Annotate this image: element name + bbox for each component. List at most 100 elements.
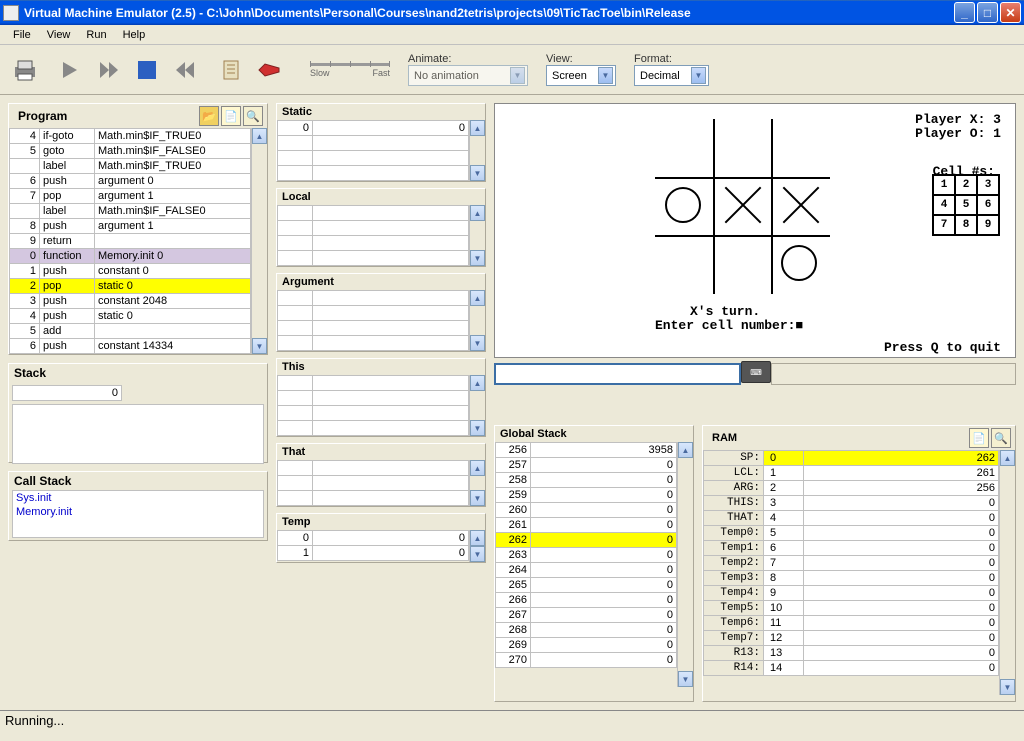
- callstack-row[interactable]: Sys.init: [13, 491, 263, 505]
- program-row[interactable]: 0functionMemory.init 0: [10, 249, 251, 264]
- toolbar: SlowFast Animate: No animation▼ View: Sc…: [0, 45, 1024, 95]
- ram-row[interactable]: LCL:1261: [704, 466, 999, 481]
- globalstack-row[interactable]: 2700: [496, 653, 677, 668]
- globalstack-row[interactable]: 2630: [496, 548, 677, 563]
- globalstack-row[interactable]: 2690: [496, 638, 677, 653]
- ram-row[interactable]: Temp6:110: [704, 616, 999, 631]
- scrollbar[interactable]: ▲▼: [999, 450, 1015, 695]
- stop-button[interactable]: [132, 55, 162, 85]
- local-table[interactable]: [277, 205, 469, 266]
- globalstack-row[interactable]: 2563958: [496, 443, 677, 458]
- scrollbar[interactable]: ▲▼: [251, 128, 267, 354]
- close-button[interactable]: ✕: [1000, 2, 1021, 23]
- window-title: Virtual Machine Emulator (2.5) - C:\John…: [24, 6, 954, 20]
- static-table[interactable]: 00: [277, 120, 469, 181]
- program-row[interactable]: 8pushargument 1: [10, 219, 251, 234]
- callstack-row[interactable]: Memory.init: [13, 505, 263, 519]
- menu-view[interactable]: View: [39, 27, 79, 43]
- script-button[interactable]: [216, 55, 246, 85]
- ram-row[interactable]: Temp0:50: [704, 526, 999, 541]
- callstack-panel: Call Stack Sys.init Memory.init: [8, 471, 268, 541]
- argument-table[interactable]: [277, 290, 469, 351]
- score-o: Player O: 1: [915, 126, 1001, 141]
- speed-slider[interactable]: SlowFast: [310, 61, 390, 78]
- globalstack-row[interactable]: 2620: [496, 533, 677, 548]
- scrollbar[interactable]: ▲▼: [469, 375, 485, 436]
- maximize-button[interactable]: □: [977, 2, 998, 23]
- chevron-down-icon: ▼: [598, 67, 613, 84]
- titlebar: Virtual Machine Emulator (2.5) - C:\John…: [0, 0, 1024, 25]
- globalstack-row[interactable]: 2670: [496, 608, 677, 623]
- menu-help[interactable]: Help: [115, 27, 154, 43]
- scrollbar[interactable]: ▲▼: [469, 205, 485, 266]
- globalstack-row[interactable]: 2610: [496, 518, 677, 533]
- ram-row[interactable]: Temp7:120: [704, 631, 999, 646]
- program-row[interactable]: 2popstatic 0: [10, 279, 251, 294]
- animate-dropdown[interactable]: No animation▼: [408, 65, 528, 86]
- ram-row[interactable]: Temp3:80: [704, 571, 999, 586]
- this-table[interactable]: [277, 375, 469, 436]
- program-row[interactable]: labelMath.min$IF_FALSE0: [10, 204, 251, 219]
- ram-table[interactable]: SP:0262LCL:1261ARG:2256THIS:30THAT:40Tem…: [703, 450, 999, 676]
- globalstack-row[interactable]: 2680: [496, 623, 677, 638]
- view-dropdown[interactable]: Screen▼: [546, 65, 616, 86]
- globalstack-row[interactable]: 2590: [496, 488, 677, 503]
- program-row[interactable]: 9return: [10, 234, 251, 249]
- globalstack-table[interactable]: 2563958257025802590260026102620263026402…: [495, 442, 677, 668]
- binoculars-icon[interactable]: 🔍: [991, 428, 1011, 448]
- program-row[interactable]: 7popargument 1: [10, 189, 251, 204]
- ram-row[interactable]: R13:130: [704, 646, 999, 661]
- scrollbar[interactable]: ▲▼: [469, 120, 485, 181]
- that-table[interactable]: [277, 460, 469, 506]
- program-row[interactable]: 6pushargument 0: [10, 174, 251, 189]
- scrollbar[interactable]: ▲▼: [469, 460, 485, 506]
- globalstack-row[interactable]: 2570: [496, 458, 677, 473]
- stack-title: Stack: [9, 364, 267, 382]
- program-row[interactable]: 3pushconstant 2048: [10, 294, 251, 309]
- globalstack-row[interactable]: 2640: [496, 563, 677, 578]
- quit-text: Press Q to quit: [884, 340, 1001, 355]
- new-file-icon[interactable]: 📄: [221, 106, 241, 126]
- program-row[interactable]: labelMath.min$IF_TRUE0: [10, 159, 251, 174]
- animate-label: Animate:: [408, 53, 528, 65]
- scrollbar[interactable]: ▲▼: [469, 530, 485, 562]
- run-button[interactable]: [94, 55, 124, 85]
- scrollbar[interactable]: ▲▼: [469, 290, 485, 351]
- ram-row[interactable]: Temp5:100: [704, 601, 999, 616]
- globalstack-row[interactable]: 2600: [496, 503, 677, 518]
- minimize-button[interactable]: _: [954, 2, 975, 23]
- binoculars-icon[interactable]: 🔍: [243, 106, 263, 126]
- temp-table[interactable]: 0010: [277, 530, 469, 561]
- program-row[interactable]: 1pushconstant 0: [10, 264, 251, 279]
- ram-row[interactable]: THIS:30: [704, 496, 999, 511]
- breakpoint-button[interactable]: [254, 55, 284, 85]
- print-button[interactable]: [10, 55, 40, 85]
- reset-button[interactable]: [170, 55, 200, 85]
- view-label: View:: [546, 53, 616, 65]
- globalstack-row[interactable]: 2580: [496, 473, 677, 488]
- menu-file[interactable]: File: [5, 27, 39, 43]
- program-row[interactable]: 5add: [10, 324, 251, 339]
- ram-row[interactable]: R14:140: [704, 661, 999, 676]
- new-file-icon[interactable]: 📄: [969, 428, 989, 448]
- ram-row[interactable]: THAT:40: [704, 511, 999, 526]
- step-button[interactable]: [56, 55, 86, 85]
- ram-row[interactable]: Temp2:70: [704, 556, 999, 571]
- fast-label: Fast: [372, 68, 390, 78]
- scrollbar[interactable]: ▲▼: [677, 442, 693, 687]
- ram-row[interactable]: Temp1:60: [704, 541, 999, 556]
- globalstack-row[interactable]: 2650: [496, 578, 677, 593]
- program-row[interactable]: 4if-gotoMath.min$IF_TRUE0: [10, 129, 251, 144]
- ram-row[interactable]: Temp4:90: [704, 586, 999, 601]
- globalstack-row[interactable]: 2660: [496, 593, 677, 608]
- program-row[interactable]: 4pushstatic 0: [10, 309, 251, 324]
- open-folder-icon[interactable]: 📂: [199, 106, 219, 126]
- keyboard-input[interactable]: [494, 363, 741, 385]
- program-row[interactable]: 5gotoMath.min$IF_FALSE0: [10, 144, 251, 159]
- ram-row[interactable]: SP:0262: [704, 451, 999, 466]
- ram-row[interactable]: ARG:2256: [704, 481, 999, 496]
- menu-run[interactable]: Run: [78, 27, 114, 43]
- program-row[interactable]: 6pushconstant 14334: [10, 339, 251, 354]
- program-table[interactable]: 4if-gotoMath.min$IF_TRUE05gotoMath.min$I…: [9, 128, 251, 354]
- format-dropdown[interactable]: Decimal▼: [634, 65, 709, 86]
